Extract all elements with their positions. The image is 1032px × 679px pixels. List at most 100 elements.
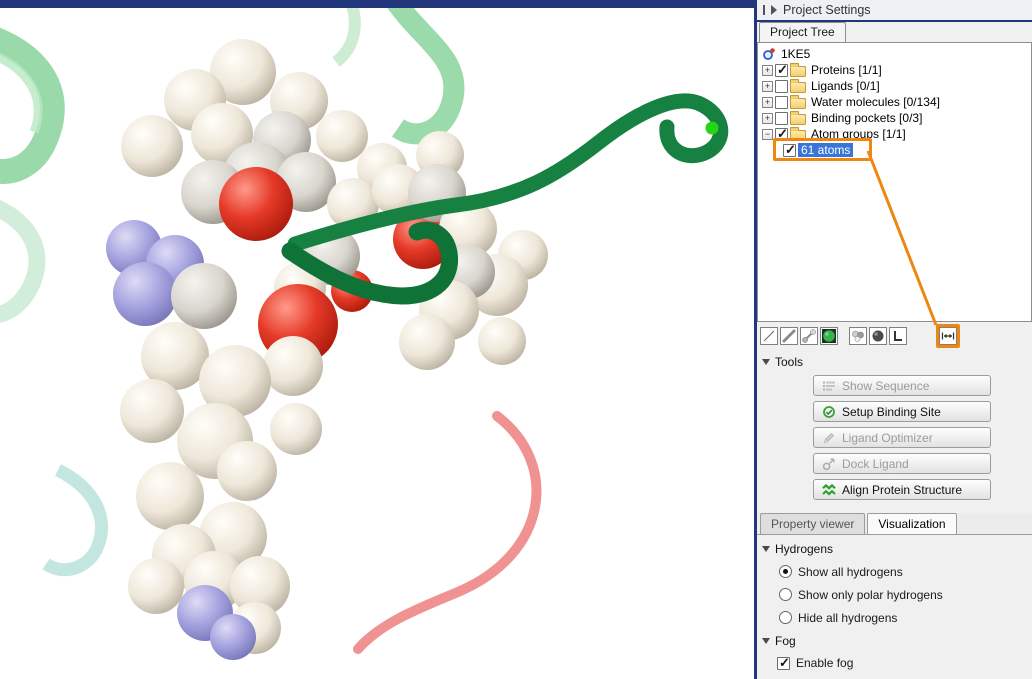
- sequence-icon: [822, 379, 836, 393]
- radio-show-all-hydrogens[interactable]: Show all hydrogens: [757, 560, 1032, 583]
- tree-item-label: 1KE5: [778, 47, 813, 61]
- hydrogen-options: Show all hydrogens Show only polar hydrog…: [757, 560, 1032, 629]
- radio-label: Hide all hydrogens: [798, 611, 897, 625]
- radio-show-only-polar-hydrogens[interactable]: Show only polar hydrogens: [757, 583, 1032, 606]
- triangle-down-icon: [762, 546, 770, 552]
- panel-title: Project Settings: [783, 3, 871, 17]
- wireframe-icon[interactable]: [760, 327, 778, 345]
- radio-label: Show all hydrogens: [798, 565, 903, 579]
- stick-icon[interactable]: [780, 327, 798, 345]
- chain-terminus-dot: [706, 122, 719, 135]
- tree-item-checkbox[interactable]: [775, 96, 788, 109]
- radio-button[interactable]: [779, 588, 792, 601]
- enable-fog-checkbox[interactable]: [777, 657, 790, 670]
- hydrogens-label: Hydrogens: [775, 542, 833, 556]
- ball-and-stick-icon[interactable]: [800, 327, 818, 345]
- project-tree-tab-row: Project Tree: [757, 22, 1032, 42]
- button-label: Show Sequence: [842, 379, 929, 393]
- folder-icon: [790, 82, 806, 93]
- button-label: Ligand Optimizer: [842, 431, 933, 445]
- fog-label: Fog: [775, 634, 796, 648]
- button-label: Align Protein Structure: [842, 483, 962, 497]
- folder-icon: [790, 66, 806, 77]
- collapse-right-arrow-icon: [771, 5, 777, 15]
- ligand-optimizer-button[interactable]: Ligand Optimizer: [813, 427, 991, 448]
- button-label: Dock Ligand: [842, 457, 909, 471]
- triangle-down-icon: [762, 638, 770, 644]
- window-titlebar: [0, 0, 754, 8]
- dock-ligand-button[interactable]: Dock Ligand: [813, 453, 991, 474]
- collapse-minus-icon[interactable]: −: [762, 129, 773, 140]
- application-window: Project Settings Project Tree 1KE5 + Prote…: [0, 0, 1032, 679]
- annotation-box-select-icon: [936, 324, 960, 348]
- tree-item-61-atoms[interactable]: 61 atoms: [760, 142, 1029, 158]
- tree-item-ligands[interactable]: + Ligands [0/1]: [760, 78, 1029, 94]
- setup-binding-site-button[interactable]: Setup Binding Site: [813, 401, 991, 422]
- molecule-3d-render: [0, 8, 754, 679]
- folder-icon: [790, 130, 806, 141]
- folder-icon: [790, 114, 806, 125]
- tools-buttons: Show Sequence Setup Binding Site Ligand Op…: [757, 373, 1032, 500]
- tree-item-label: 61 atoms: [798, 143, 853, 157]
- hydrogens-section-header[interactable]: Hydrogens: [757, 537, 1032, 560]
- enable-fog-row[interactable]: Enable fog: [757, 652, 1032, 674]
- structure-icon: [762, 47, 776, 61]
- tab-property-viewer[interactable]: Property viewer: [760, 513, 865, 534]
- atom-spheres: [106, 39, 548, 660]
- select-atoms-icon[interactable]: [939, 327, 957, 345]
- tree-item-label: Proteins [1/1]: [808, 63, 885, 77]
- radio-button[interactable]: [779, 565, 792, 578]
- project-settings-header[interactable]: Project Settings: [757, 0, 1032, 22]
- viewer-column: [0, 0, 757, 679]
- dock-ligand-icon: [822, 457, 836, 471]
- tree-item-label: Water molecules [0/134]: [808, 95, 943, 109]
- tools-section-header[interactable]: Tools: [757, 350, 1032, 373]
- tree-item-binding-pockets[interactable]: + Binding pockets [0/3]: [760, 110, 1029, 126]
- fog-section-header[interactable]: Fog: [757, 629, 1032, 652]
- enable-fog-label: Enable fog: [796, 656, 853, 670]
- radio-label: Show only polar hydrogens: [798, 588, 943, 602]
- expand-plus-icon[interactable]: +: [762, 65, 773, 76]
- triangle-down-icon: [762, 359, 770, 365]
- tree-item-checkbox[interactable]: [775, 64, 788, 77]
- tree-indent: [762, 142, 781, 158]
- tab-visualization[interactable]: Visualization: [867, 513, 956, 534]
- loop-tube: [358, 416, 536, 649]
- space-fill-icon[interactable]: [820, 327, 838, 345]
- molecule-viewport[interactable]: [0, 8, 754, 679]
- collapse-bar-icon: [763, 5, 765, 15]
- display-toolbar: [757, 322, 1032, 350]
- label-icon[interactable]: [889, 327, 907, 345]
- expand-plus-icon[interactable]: +: [762, 113, 773, 124]
- tree-item-checkbox[interactable]: [775, 128, 788, 141]
- button-label: Setup Binding Site: [842, 405, 941, 419]
- tree-item-label: Atom groups [1/1]: [808, 127, 909, 141]
- project-tree: 1KE5 + Proteins [1/1] + Ligands [0/1] + Water …: [757, 42, 1032, 322]
- ligand-optimizer-icon: [822, 431, 836, 445]
- expand-plus-icon[interactable]: +: [762, 97, 773, 108]
- tree-item-root[interactable]: 1KE5: [760, 46, 1029, 62]
- tools-label: Tools: [775, 355, 803, 369]
- bottom-tab-strip: Property viewer Visualization: [757, 513, 1032, 535]
- tree-item-checkbox[interactable]: [783, 144, 796, 157]
- align-protein-icon: [822, 483, 836, 497]
- color-atoms-icon[interactable]: [849, 327, 867, 345]
- visualization-panel: Hydrogens Show all hydrogens Show only po…: [757, 535, 1032, 674]
- side-panel: Project Settings Project Tree 1KE5 + Prote…: [757, 0, 1032, 679]
- folder-icon: [790, 98, 806, 109]
- tab-project-tree[interactable]: Project Tree: [759, 22, 846, 42]
- align-protein-structure-button[interactable]: Align Protein Structure: [813, 479, 991, 500]
- expand-plus-icon[interactable]: +: [762, 81, 773, 92]
- tree-item-water-molecules[interactable]: + Water molecules [0/134]: [760, 94, 1029, 110]
- tree-item-checkbox[interactable]: [775, 80, 788, 93]
- tree-item-checkbox[interactable]: [775, 112, 788, 125]
- tree-item-proteins[interactable]: + Proteins [1/1]: [760, 62, 1029, 78]
- radio-hide-all-hydrogens[interactable]: Hide all hydrogens: [757, 606, 1032, 629]
- tree-item-label: Binding pockets [0/3]: [808, 111, 925, 125]
- radio-button[interactable]: [779, 611, 792, 624]
- binding-site-icon: [822, 405, 836, 419]
- tree-item-atom-groups[interactable]: − Atom groups [1/1]: [760, 126, 1029, 142]
- show-sequence-button[interactable]: Show Sequence: [813, 375, 991, 396]
- dark-sphere-icon[interactable]: [869, 327, 887, 345]
- tree-item-label: Ligands [0/1]: [808, 79, 883, 93]
